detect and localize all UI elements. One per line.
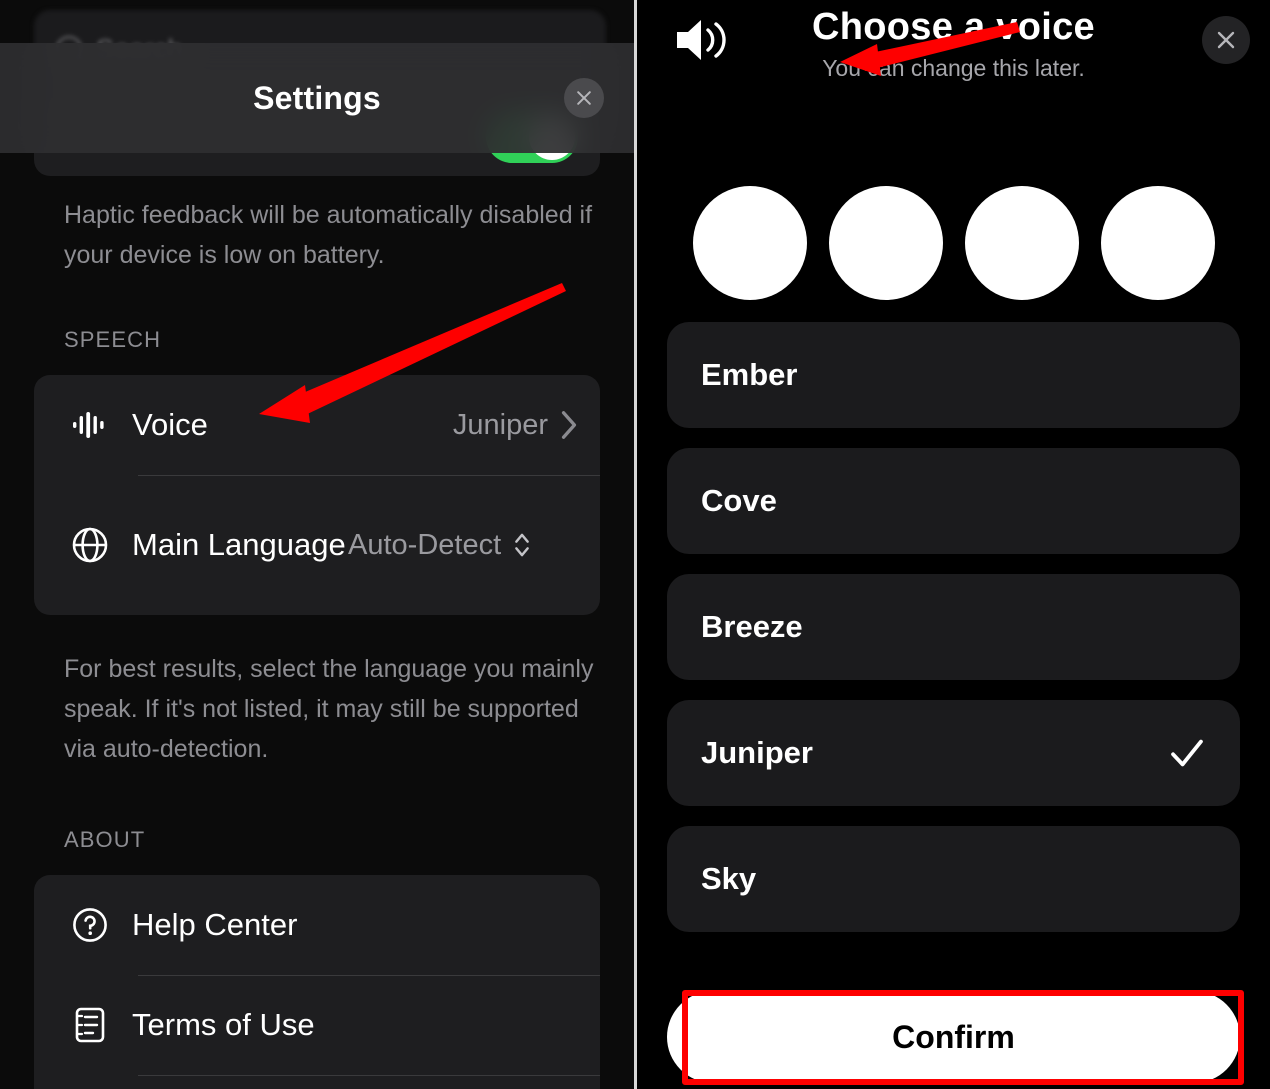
settings-row-terms-of-use[interactable]: Terms of Use: [34, 975, 600, 1075]
chevron-right-icon: [561, 411, 577, 439]
document-icon: [62, 1006, 118, 1044]
about-card: Help Center Terms of Use: [34, 875, 600, 1089]
section-label-about: ABOUT: [64, 827, 146, 852]
voice-name: Juniper: [701, 735, 813, 770]
close-button[interactable]: [564, 78, 604, 118]
row-label-help-center: Help Center: [132, 907, 298, 942]
row-value-voice: Juniper: [452, 408, 548, 441]
settings-row-main-language[interactable]: Main Language Auto-Detect: [34, 475, 600, 615]
voice-option-breeze[interactable]: Breeze: [667, 574, 1240, 680]
close-icon: [577, 91, 591, 105]
voice-name: Ember: [701, 357, 798, 392]
page-title: Settings: [253, 79, 381, 116]
voice-name: Sky: [701, 861, 757, 896]
screenshot-root: Search Settings Haptic feedback will be …: [0, 0, 1270, 1089]
settings-row-voice[interactable]: Voice Juniper: [34, 375, 600, 475]
confirm-bar: Confirm: [637, 991, 1270, 1083]
voice-option-cove[interactable]: Cove: [667, 448, 1240, 554]
confirm-button[interactable]: Confirm: [667, 991, 1240, 1083]
confirm-label: Confirm: [892, 1018, 1015, 1055]
choose-voice-panel: Choose a voice You can change this later…: [637, 0, 1270, 1089]
globe-icon: [62, 526, 118, 564]
row-label-terms-of-use: Terms of Use: [132, 1007, 315, 1042]
question-circle-icon: [62, 906, 118, 944]
chevron-updown-icon: [515, 533, 530, 557]
avatar[interactable]: [692, 186, 807, 300]
close-button[interactable]: [1202, 16, 1250, 64]
voice-option-juniper[interactable]: Juniper: [667, 700, 1240, 806]
language-footnote: For best results, select the language yo…: [64, 655, 594, 763]
settings-row-privacy-policy[interactable]: Privacy Policy: [34, 1075, 600, 1089]
haptic-footnote: Haptic feedback will be automatically di…: [64, 201, 593, 269]
voice-name: Breeze: [701, 609, 803, 644]
voice-avatars: [637, 186, 1270, 300]
avatar[interactable]: [964, 186, 1079, 300]
voice-list: Ember Cove Breeze Juniper Sky: [637, 322, 1270, 932]
choose-voice-header: Choose a voice You can change this later…: [637, 0, 1270, 110]
settings-panel: Search Settings Haptic feedback will be …: [0, 0, 634, 1089]
row-label-voice: Voice: [132, 407, 208, 442]
avatar[interactable]: [828, 186, 943, 300]
row-value-main-language: Auto-Detect: [348, 528, 502, 561]
speech-card: Voice Juniper Main Language Auto-Detect: [34, 375, 600, 615]
voice-option-sky[interactable]: Sky: [667, 826, 1240, 932]
row-label-main-language: Main Language: [132, 527, 346, 562]
settings-row-help-center[interactable]: Help Center: [34, 875, 600, 975]
voice-option-ember[interactable]: Ember: [667, 322, 1240, 428]
waveform-icon: [62, 410, 118, 440]
checkmark-icon: [1171, 739, 1203, 767]
section-label-speech: SPEECH: [64, 327, 162, 352]
settings-header: Settings: [0, 43, 634, 153]
voice-name: Cove: [701, 483, 777, 518]
speaker-wave-icon: [673, 14, 733, 71]
avatar[interactable]: [1100, 186, 1215, 300]
close-icon: [1217, 31, 1235, 49]
